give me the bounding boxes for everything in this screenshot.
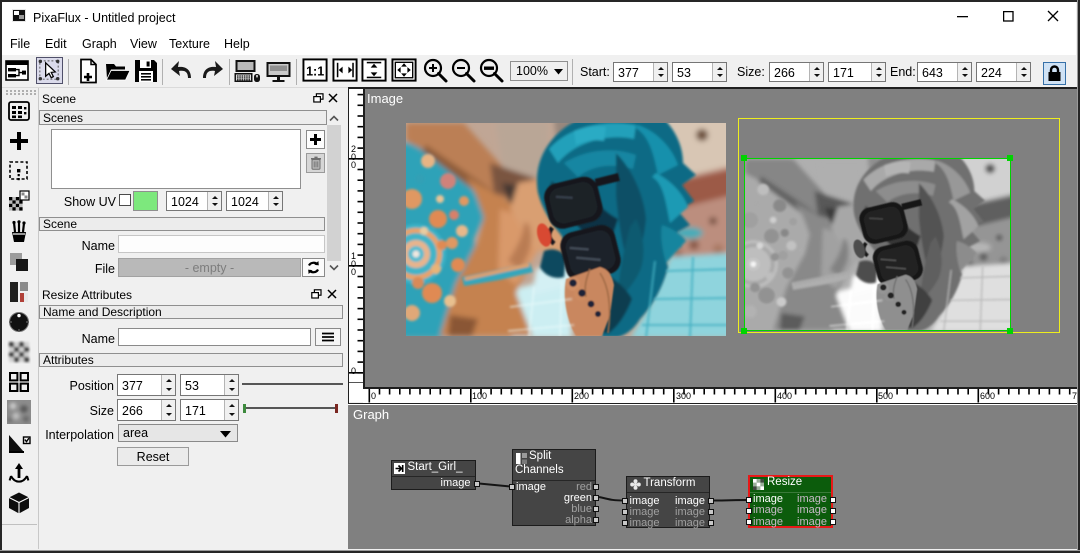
svg-text:1:1: 1:1 (306, 64, 324, 78)
